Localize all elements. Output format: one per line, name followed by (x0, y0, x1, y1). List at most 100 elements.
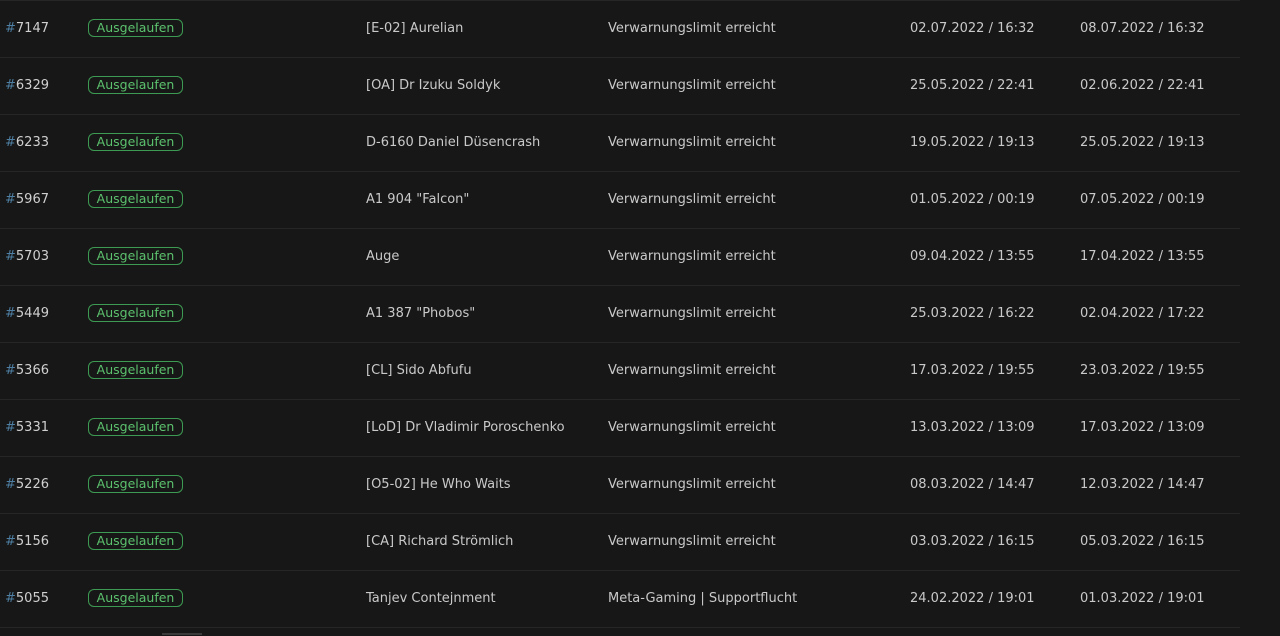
id-number: 7147 (15, 21, 49, 36)
id-hash: # (5, 135, 16, 150)
id-number: 6233 (15, 135, 49, 150)
id-hash: # (5, 534, 16, 549)
table-row[interactable]: #5449 Ausgelaufen A1 387 "Phobos" Verwar… (0, 286, 1240, 343)
ban-reason: Verwarnungslimit erreicht (608, 78, 776, 93)
start-date: 02.07.2022 / 16:32 (910, 21, 1035, 36)
start-date: 25.03.2022 / 16:22 (910, 306, 1035, 321)
end-date: 12.03.2022 / 14:47 (1080, 477, 1205, 492)
ban-reason: Verwarnungslimit erreicht (608, 192, 776, 207)
status-badge: Ausgelaufen (88, 133, 183, 151)
page: #7147 Ausgelaufen [E-02] Aurelian Verwar… (0, 0, 1280, 636)
table-row[interactable]: #6233 Ausgelaufen D-6160 Daniel Düsencra… (0, 115, 1240, 172)
id-hash: # (5, 420, 16, 435)
id-hash: # (5, 363, 16, 378)
start-date: 08.03.2022 / 14:47 (910, 477, 1035, 492)
row-id[interactable]: #5703 (5, 229, 49, 285)
table-row[interactable]: #7147 Ausgelaufen [E-02] Aurelian Verwar… (0, 1, 1240, 58)
player-name: [LoD] Dr Vladimir Poroschenko (366, 420, 565, 435)
status-badge: Ausgelaufen (88, 361, 183, 379)
start-date: 09.04.2022 / 13:55 (910, 249, 1035, 264)
status-cell: Ausgelaufen (88, 76, 183, 94)
status-badge: Ausgelaufen (88, 475, 183, 493)
id-number: 5967 (15, 192, 49, 207)
row-id[interactable]: #5156 (5, 514, 49, 570)
start-date: 17.03.2022 / 19:55 (910, 363, 1035, 378)
id-hash: # (5, 591, 16, 606)
id-number: 5331 (15, 420, 49, 435)
status-cell: Ausgelaufen (88, 19, 183, 37)
start-date: 01.05.2022 / 00:19 (910, 192, 1035, 207)
id-number: 5366 (15, 363, 49, 378)
row-id[interactable]: #5967 (5, 172, 49, 228)
status-cell: Ausgelaufen (88, 475, 183, 493)
id-number: 5156 (15, 534, 49, 549)
row-id[interactable]: #5226 (5, 457, 49, 513)
table-row[interactable]: #5156 Ausgelaufen [CA] Richard Strömlich… (0, 514, 1240, 571)
table-row[interactable]: #5366 Ausgelaufen [CL] Sido Abfufu Verwa… (0, 343, 1240, 400)
row-id[interactable]: #6233 (5, 115, 49, 171)
table-row[interactable]: #5703 Ausgelaufen Auge Verwarnungslimit … (0, 229, 1240, 286)
status-cell: Ausgelaufen (88, 361, 183, 379)
start-date: 25.05.2022 / 22:41 (910, 78, 1035, 93)
end-date: 17.04.2022 / 13:55 (1080, 249, 1205, 264)
ban-reason: Meta-Gaming | Supportflucht (608, 591, 798, 606)
status-badge: Ausgelaufen (88, 247, 183, 265)
status-cell: Ausgelaufen (88, 589, 183, 607)
start-date: 24.02.2022 / 19:01 (910, 591, 1035, 606)
row-id[interactable]: #5449 (5, 286, 49, 342)
ban-reason: Verwarnungslimit erreicht (608, 249, 776, 264)
player-name: [CL] Sido Abfufu (366, 363, 472, 378)
table-row[interactable]: #6329 Ausgelaufen [OA] Dr Izuku Soldyk V… (0, 58, 1240, 115)
player-name: A1 387 "Phobos" (366, 306, 476, 321)
end-date: 25.05.2022 / 19:13 (1080, 135, 1205, 150)
player-name: D-6160 Daniel Düsencrash (366, 135, 541, 150)
ban-history-table: #7147 Ausgelaufen [E-02] Aurelian Verwar… (0, 0, 1240, 628)
id-number: 5703 (15, 249, 49, 264)
table-row[interactable]: #5226 Ausgelaufen [O5-02] He Who Waits V… (0, 457, 1240, 514)
player-name: [OA] Dr Izuku Soldyk (366, 78, 501, 93)
player-name: [E-02] Aurelian (366, 21, 464, 36)
id-hash: # (5, 192, 16, 207)
id-hash: # (5, 477, 16, 492)
row-id[interactable]: #5366 (5, 343, 49, 399)
row-id[interactable]: #5055 (5, 571, 49, 627)
player-name: [O5-02] He Who Waits (366, 477, 511, 492)
start-date: 03.03.2022 / 16:15 (910, 534, 1035, 549)
status-badge: Ausgelaufen (88, 532, 183, 550)
scroll-indicator (162, 633, 202, 635)
status-badge: Ausgelaufen (88, 190, 183, 208)
status-badge: Ausgelaufen (88, 304, 183, 322)
table-row[interactable]: #5055 Ausgelaufen Tanjev Contejnment Met… (0, 571, 1240, 628)
end-date: 23.03.2022 / 19:55 (1080, 363, 1205, 378)
status-badge: Ausgelaufen (88, 589, 183, 607)
id-number: 5449 (15, 306, 49, 321)
id-hash: # (5, 306, 16, 321)
status-cell: Ausgelaufen (88, 190, 183, 208)
end-date: 01.03.2022 / 19:01 (1080, 591, 1205, 606)
row-id[interactable]: #5331 (5, 400, 49, 456)
end-date: 07.05.2022 / 00:19 (1080, 192, 1205, 207)
end-date: 17.03.2022 / 13:09 (1080, 420, 1205, 435)
end-date: 08.07.2022 / 16:32 (1080, 21, 1205, 36)
status-cell: Ausgelaufen (88, 304, 183, 322)
end-date: 02.04.2022 / 17:22 (1080, 306, 1205, 321)
status-cell: Ausgelaufen (88, 133, 183, 151)
player-name: [CA] Richard Strömlich (366, 534, 514, 549)
start-date: 13.03.2022 / 13:09 (910, 420, 1035, 435)
id-number: 5226 (15, 477, 49, 492)
status-badge: Ausgelaufen (88, 19, 183, 37)
table-row[interactable]: #5967 Ausgelaufen A1 904 "Falcon" Verwar… (0, 172, 1240, 229)
player-name: Tanjev Contejnment (366, 591, 496, 606)
table-row[interactable]: #5331 Ausgelaufen [LoD] Dr Vladimir Poro… (0, 400, 1240, 457)
ban-reason: Verwarnungslimit erreicht (608, 477, 776, 492)
player-name: Auge (366, 249, 400, 264)
end-date: 02.06.2022 / 22:41 (1080, 78, 1205, 93)
player-name: A1 904 "Falcon" (366, 192, 470, 207)
id-hash: # (5, 21, 16, 36)
ban-reason: Verwarnungslimit erreicht (608, 363, 776, 378)
ban-reason: Verwarnungslimit erreicht (608, 306, 776, 321)
id-hash: # (5, 78, 16, 93)
row-id[interactable]: #6329 (5, 58, 49, 114)
row-id[interactable]: #7147 (5, 1, 49, 57)
id-hash: # (5, 249, 16, 264)
